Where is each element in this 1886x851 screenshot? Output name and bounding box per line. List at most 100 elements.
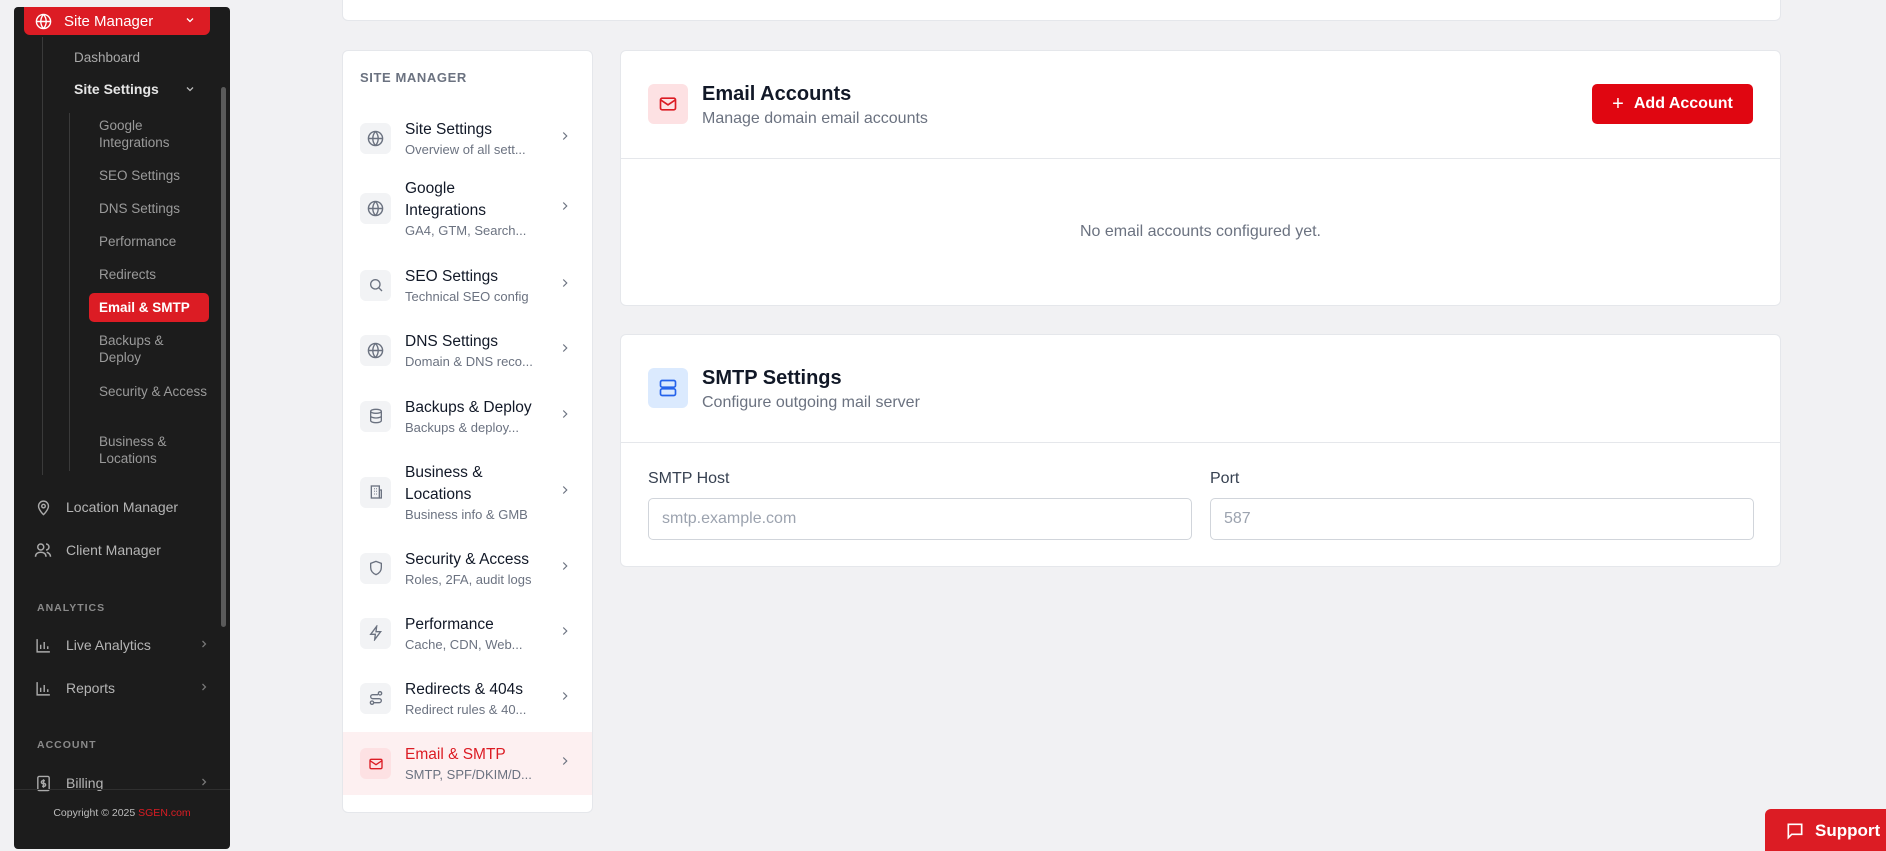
nav-item-desc: Domain & DNS reco... (405, 353, 533, 369)
nav-item-business-locations[interactable]: Business & Locations Business info & GMB (343, 453, 592, 531)
sidebar-subitem-business-locations[interactable]: Business & Locations (99, 433, 209, 467)
sidebar-subitem-email-smtp[interactable]: Email & SMTP (89, 293, 209, 322)
port-input[interactable] (1210, 498, 1754, 540)
chevron-right-icon (558, 689, 572, 708)
card-subtitle: Configure outgoing mail server (702, 394, 920, 411)
card-subtitle: Manage domain email accounts (702, 110, 928, 127)
button-label: Support (1815, 821, 1881, 840)
sidebar-subitem-google-integrations[interactable]: Google Integrations (99, 117, 209, 151)
brand-link[interactable]: SGEN.com (138, 807, 191, 819)
nav-item-desc: Roles, 2FA, audit logs (405, 571, 532, 587)
nav-item-performance[interactable]: Performance Cache, CDN, Web... (343, 605, 592, 661)
nav-item-google-integrations[interactable]: Google Integrations GA4, GTM, Search... (343, 169, 592, 247)
nav-item-dns-settings[interactable]: DNS Settings Domain & DNS reco... (343, 322, 592, 378)
tree-line (69, 113, 70, 471)
nav-item-title: Security & Access (405, 550, 530, 568)
bolt-icon (360, 617, 391, 649)
bar-chart-icon (34, 679, 52, 697)
sidebar-subitem-security-access[interactable]: Security & Access (99, 383, 209, 400)
users-icon (34, 541, 52, 559)
mail-icon (360, 748, 391, 779)
sidebar-subitem-backups-deploy[interactable]: Backups & Deploy (99, 332, 209, 366)
sidebar-footer: Copyright © 2025 SGEN.com (14, 807, 230, 819)
card-header: SMTP Settings Configure outgoing mail se… (621, 335, 1780, 443)
nav-item-seo-settings[interactable]: SEO Settings Technical SEO config (343, 257, 592, 313)
nav-item-site-settings[interactable]: Site Settings Overview of all sett... (343, 109, 592, 167)
sidebar: Site Manager Dashboard Site Settings Goo… (14, 7, 230, 849)
top-card (342, 0, 1781, 21)
sidebar-item-label: Client Manager (66, 542, 161, 558)
chevron-right-icon (198, 637, 210, 653)
chevron-right-icon (558, 624, 572, 643)
sidebar-item-site-manager[interactable]: Site Manager (24, 7, 210, 35)
sidebar-item-label: Site Settings (74, 81, 159, 97)
nav-item-backups-deploy[interactable]: Backups & Deploy Backups & deploy... (343, 388, 592, 444)
globe-icon (360, 122, 391, 154)
sidebar-item-label: Site Manager (64, 12, 154, 30)
nav-item-title: Site Settings (405, 120, 493, 138)
divider (14, 789, 230, 790)
sidebar-subitem-performance[interactable]: Performance (99, 233, 209, 250)
search-icon (360, 269, 391, 301)
globe-icon (34, 12, 52, 30)
mail-icon (648, 84, 688, 124)
shield-icon (360, 552, 391, 584)
sidebar-item-live-analytics[interactable]: Live Analytics (34, 636, 210, 654)
port-label: Port (1210, 470, 1240, 487)
nav-item-title: SEO Settings (405, 267, 499, 285)
chevron-right-icon (198, 680, 210, 696)
chevron-right-icon (558, 559, 572, 578)
nav-item-title: Backups & Deploy (405, 398, 532, 416)
sidebar-item-reports[interactable]: Reports (34, 679, 210, 697)
chevron-down-icon (184, 13, 196, 30)
route-icon (360, 682, 391, 714)
sidebar-subitem-seo-settings[interactable]: SEO Settings (99, 167, 209, 184)
plus-icon: + (1612, 92, 1624, 115)
settings-nav: SITE MANAGER Site Settings Overview of al… (342, 50, 593, 813)
nav-item-title: Business & Locations (405, 463, 483, 503)
bar-chart-icon (34, 636, 52, 654)
add-account-button[interactable]: + Add Account (1592, 84, 1753, 124)
smtp-host-input[interactable] (648, 498, 1192, 540)
nav-item-redirects[interactable]: Redirects & 404s Redirect rules & 40... (343, 670, 592, 726)
sidebar-subitem-dns-settings[interactable]: DNS Settings (99, 200, 209, 217)
section-label-analytics: ANALYTICS (37, 602, 106, 614)
empty-state-text: No email accounts configured yet. (1079, 223, 1321, 240)
sidebar-item-dashboard[interactable]: Dashboard (74, 49, 140, 66)
section-label-account: ACCOUNT (37, 739, 97, 751)
building-icon (360, 476, 391, 508)
sidebar-subitem-redirects[interactable]: Redirects (99, 266, 209, 283)
sidebar-item-label: Location Manager (66, 499, 179, 515)
nav-item-desc: SMTP, SPF/DKIM/D... (405, 767, 532, 782)
nav-item-security-access[interactable]: Security & Access Roles, 2FA, audit logs (343, 540, 592, 596)
globe-icon (360, 334, 391, 366)
chevron-right-icon (558, 483, 572, 502)
sidebar-item-client-manager[interactable]: Client Manager (34, 541, 210, 559)
sidebar-item-location-manager[interactable]: Location Manager (34, 498, 210, 516)
chevron-right-icon (558, 341, 572, 360)
sidebar-item-site-settings[interactable]: Site Settings (74, 81, 194, 98)
nav-item-title: Google Integrations (405, 179, 486, 219)
nav-item-title: Email & SMTP (405, 746, 506, 763)
nav-item-desc: Business info & GMB (405, 506, 528, 522)
nav-item-title: Performance (405, 615, 494, 633)
nav-item-desc: Redirect rules & 40... (405, 701, 527, 717)
nav-item-title: DNS Settings (405, 332, 499, 350)
sidebar-scrollbar[interactable] (221, 87, 226, 627)
chevron-down-icon (184, 82, 196, 99)
chevron-right-icon (558, 276, 572, 295)
chevron-right-icon (558, 199, 572, 218)
sidebar-item-label: Reports (66, 680, 116, 696)
support-button[interactable]: Support (1765, 809, 1886, 851)
nav-item-desc: GA4, GTM, Search... (405, 222, 527, 238)
smtp-host-label: SMTP Host (648, 470, 730, 487)
chat-icon (1785, 821, 1805, 841)
map-pin-icon (34, 498, 52, 516)
nav-item-desc: Backups & deploy... (405, 419, 519, 435)
card-title: SMTP Settings (702, 367, 842, 389)
nav-item-email-smtp[interactable]: Email & SMTP SMTP, SPF/DKIM/D... (343, 732, 592, 795)
nav-item-desc: Overview of all sett... (405, 141, 526, 157)
nav-item-desc: Cache, CDN, Web... (405, 636, 523, 652)
server-icon (648, 368, 688, 408)
database-icon (360, 400, 391, 432)
